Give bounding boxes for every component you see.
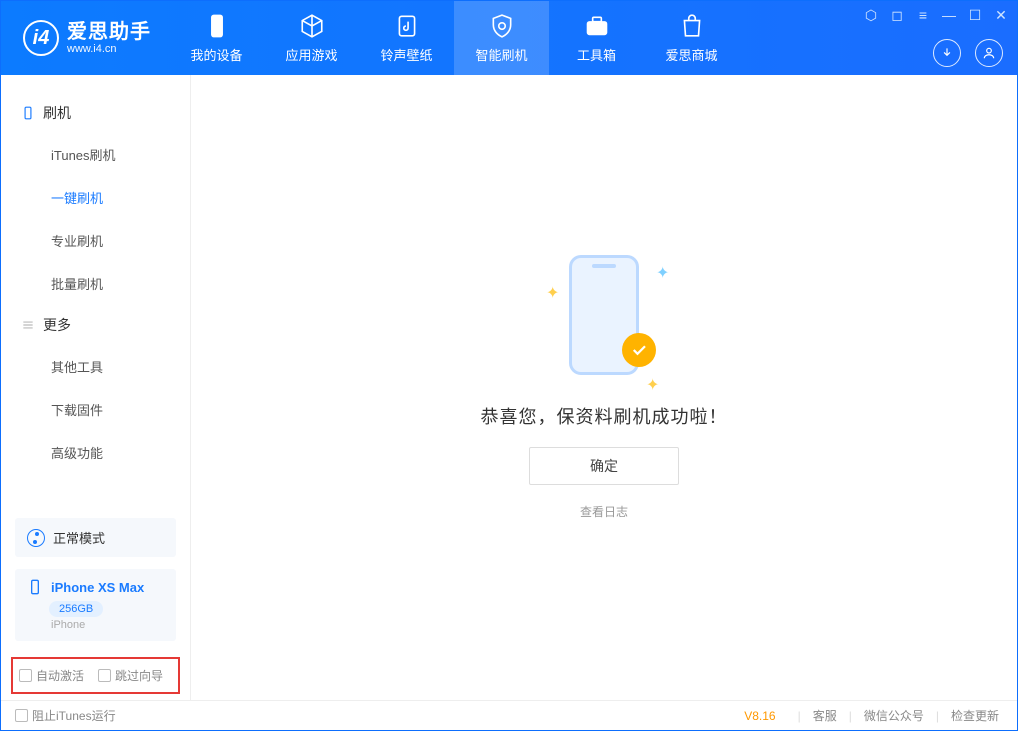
activation-options-highlighted: 自动激活 跳过向导 [11,657,180,694]
checkbox-icon [19,669,32,682]
mode-label: 正常模式 [53,528,105,547]
nav-ringtones-wallpapers[interactable]: 铃声壁纸 [359,1,454,75]
app-subtitle: www.i4.cn [67,43,151,55]
sparkle-icon: ✦ [646,375,654,383]
capacity-pill: 256GB [49,601,103,617]
nav-my-device[interactable]: 我的设备 [169,1,264,75]
footer-link-check-update[interactable]: 检查更新 [947,707,1003,724]
checkbox-label: 自动激活 [36,667,84,684]
nav-label: 应用游戏 [285,45,337,64]
device-icon [27,579,43,595]
success-check-badge-icon [622,333,656,367]
phone-outline-icon [21,106,35,120]
device-row: iPhone XS Max [27,579,164,595]
checkbox-label: 跳过向导 [115,667,163,684]
menu-lines-icon [21,318,35,332]
download-button[interactable] [933,39,961,67]
separator: | [841,709,860,723]
separator: | [790,709,809,723]
success-illustration: ✦ ✦ ✦ [544,255,664,385]
shield-refresh-icon [489,13,515,39]
footer-link-wechat[interactable]: 微信公众号 [860,707,928,724]
device-name: iPhone XS Max [51,580,144,595]
nav-toolbox[interactable]: 工具箱 [549,1,644,75]
separator: | [928,709,947,723]
section-title: 刷机 [43,103,71,123]
account-button[interactable] [975,39,1003,67]
logo-area: i4 爱思助手 www.i4.cn [1,20,169,56]
status-bar: 阻止iTunes运行 V8.16 | 客服 | 微信公众号 | 检查更新 [1,700,1017,730]
checkbox-icon [98,669,111,682]
sidebar-item-download-firmware[interactable]: 下载固件 [1,388,190,431]
confirm-button[interactable]: 确定 [529,447,679,485]
footer-link-support[interactable]: 客服 [809,707,841,724]
sidebar-item-advanced[interactable]: 高级功能 [1,431,190,474]
nav-label: 智能刷机 [475,45,527,64]
sidebar-item-itunes-flash[interactable]: iTunes刷机 [1,133,190,176]
checkbox-block-itunes[interactable]: 阻止iTunes运行 [15,707,116,724]
sidebar-item-other-tools[interactable]: 其他工具 [1,345,190,388]
app-logo-icon: i4 [23,20,59,56]
nav-label: 爱思商城 [665,45,717,64]
sidebar-item-batch-flash[interactable]: 批量刷机 [1,262,190,305]
success-message: 恭喜您，保资料刷机成功啦！ [481,403,728,429]
normal-mode-icon [27,529,45,547]
menu-icon[interactable]: ≡ [915,7,931,23]
nav-apps-games[interactable]: 应用游戏 [264,1,359,75]
header-right-actions [933,39,1003,67]
app-title: 爱思助手 [67,21,151,43]
sidebar-section-flash: 刷机 [1,93,190,133]
app-header: i4 爱思助手 www.i4.cn 我的设备 应用游戏 铃声壁纸 智能刷机 工具… [1,1,1017,75]
toolbox-icon [584,13,610,39]
checkbox-auto-activate[interactable]: 自动激活 [19,667,84,684]
logo-text: 爱思助手 www.i4.cn [67,21,151,55]
sidebar: 刷机 iTunes刷机 一键刷机 专业刷机 批量刷机 更多 其他工具 下载固件 … [1,75,191,700]
checkbox-skip-guide[interactable]: 跳过向导 [98,667,163,684]
nav-label: 我的设备 [190,45,242,64]
device-info-box[interactable]: iPhone XS Max 256GB iPhone [15,569,176,641]
nav-label: 工具箱 [577,45,616,64]
shirt-icon[interactable]: ⬡ [863,7,879,23]
phone-icon [204,13,230,39]
window-controls: ⬡ ◻ ≡ — ☐ ✕ [863,7,1009,23]
section-title: 更多 [43,315,71,335]
feedback-icon[interactable]: ◻ [889,7,905,23]
device-mode-box[interactable]: 正常模式 [15,518,176,557]
main-nav: 我的设备 应用游戏 铃声壁纸 智能刷机 工具箱 爱思商城 [169,1,739,75]
cube-icon [299,13,325,39]
close-button[interactable]: ✕ [993,7,1009,23]
sidebar-item-oneclick-flash[interactable]: 一键刷机 [1,176,190,219]
checkbox-icon [15,709,28,722]
nav-smart-flash[interactable]: 智能刷机 [454,1,549,75]
shopping-bag-icon [679,13,705,39]
sidebar-section-more: 更多 [1,305,190,345]
nav-label: 铃声壁纸 [380,45,432,64]
main-content: ✦ ✦ ✦ 恭喜您，保资料刷机成功啦！ 确定 查看日志 [191,75,1017,700]
app-body: 刷机 iTunes刷机 一键刷机 专业刷机 批量刷机 更多 其他工具 下载固件 … [1,75,1017,700]
sparkle-icon: ✦ [546,283,554,291]
version-label: V8.16 [744,709,775,723]
checkbox-label: 阻止iTunes运行 [32,707,116,724]
sidebar-item-pro-flash[interactable]: 专业刷机 [1,219,190,262]
minimize-button[interactable]: — [941,7,957,23]
nav-mall[interactable]: 爱思商城 [644,1,739,75]
device-type: iPhone [51,619,164,631]
maximize-button[interactable]: ☐ [967,7,983,23]
sparkle-icon: ✦ [656,263,664,271]
view-log-link[interactable]: 查看日志 [580,503,628,520]
music-file-icon [394,13,420,39]
